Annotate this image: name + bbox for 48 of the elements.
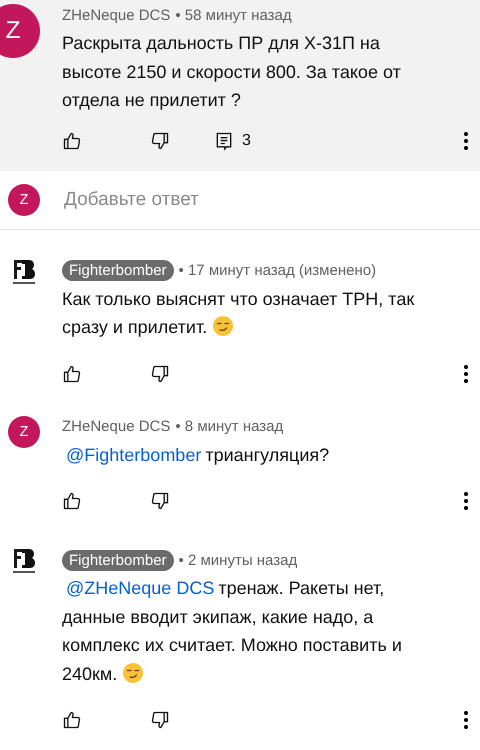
comment-icon	[214, 130, 234, 150]
more-icon	[464, 711, 468, 729]
author-name[interactable]: ZHeNeque DCS	[62, 6, 170, 24]
like-button[interactable]	[62, 491, 82, 511]
dislike-button[interactable]	[150, 491, 170, 511]
avatar[interactable]: Z	[0, 4, 40, 58]
dislike-button[interactable]	[150, 364, 170, 384]
dislike-button[interactable]	[150, 130, 170, 150]
mention-link[interactable]: @Fighterbomber	[62, 444, 206, 464]
more-button[interactable]	[464, 711, 468, 729]
more-button[interactable]	[464, 364, 468, 382]
more-icon	[464, 132, 468, 150]
comment-time: • 2 минуты назад	[178, 552, 298, 568]
comment-text: @ZHeNeque DCS тренаж. Ракеты нет, данные вводит экипаж, какие надо, а комплекс их считает. Можно поставить и 240км.	[62, 577, 403, 686]
thumbs-down-icon	[150, 364, 170, 384]
comment-time: • 58 минут назад	[175, 6, 292, 24]
thumbs-down-icon	[150, 710, 170, 730]
logo-avatar[interactable]	[13, 258, 35, 286]
more-button[interactable]	[464, 492, 468, 510]
thumbs-up-icon	[62, 130, 82, 150]
like-button[interactable]	[62, 710, 82, 730]
thumbs-up-icon	[62, 710, 82, 730]
like-button[interactable]	[62, 130, 82, 150]
thumbs-down-icon	[150, 491, 170, 511]
smirk-emoji-icon	[123, 662, 144, 682]
author-name[interactable]: ZHeNeque DCS	[62, 418, 170, 435]
author-name[interactable]: Fighterbomber	[62, 550, 174, 570]
logo-avatar[interactable]	[13, 547, 35, 575]
mention-link[interactable]: @ZHeNeque DCS	[62, 578, 218, 598]
smirk-emoji-icon	[213, 316, 234, 336]
like-button[interactable]	[62, 364, 82, 384]
thumbs-up-icon	[62, 491, 82, 511]
more-icon	[464, 364, 468, 382]
author-name[interactable]: Fighterbomber	[62, 260, 174, 281]
reply-input[interactable]: Добавьте ответ	[62, 188, 480, 212]
replies-button[interactable]: 3	[214, 130, 251, 150]
thumbs-down-icon	[150, 130, 170, 150]
comment-text: Как только выяснят что означает ТРН, так сразу и прилетит.	[62, 288, 416, 339]
more-icon	[464, 492, 468, 510]
thumbs-up-icon	[62, 364, 82, 384]
comment-time: • 17 минут назад (изменено)	[178, 262, 376, 279]
comment-time: • 8 минут назад	[175, 418, 284, 435]
avatar[interactable]: Z	[8, 416, 40, 448]
comment-text: Раскрыта дальность ПР для Х-31П на высоте 2150 и скорости 800. За такое от отдела не прилетит ?	[62, 32, 402, 112]
avatar[interactable]: Z	[8, 184, 40, 216]
more-button[interactable]	[464, 132, 468, 150]
comment-text: @Fighterbomber триангуляция?	[62, 440, 434, 469]
dislike-button[interactable]	[150, 710, 170, 730]
